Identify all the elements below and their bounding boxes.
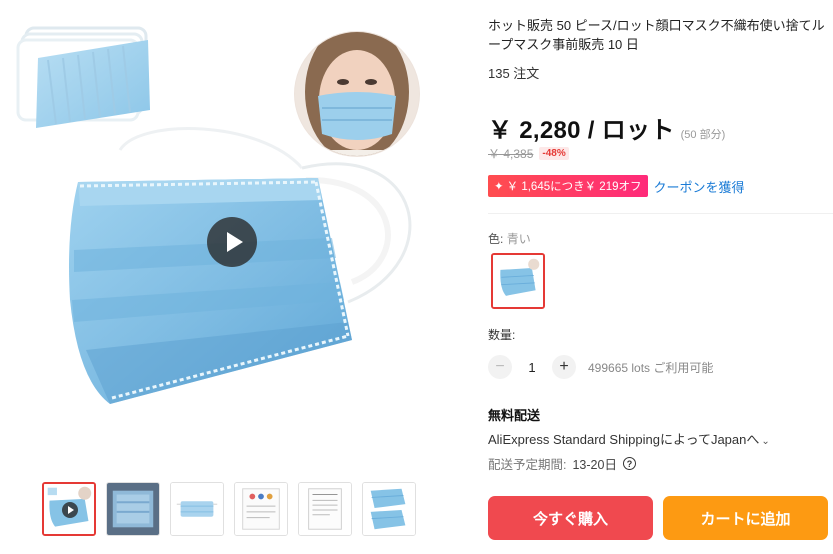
product-title: ホット販売 50 ピース/ロット顔口マスク不織布使い捨てループマスク事前販売 1… <box>488 18 825 52</box>
quantity-label: 数量: <box>488 328 516 342</box>
quantity-value[interactable]: 1 <box>522 360 542 375</box>
shipping-title: 無料配送 <box>488 408 541 423</box>
decrease-quantity-button[interactable]: − <box>488 355 512 379</box>
delivery-estimate: 配送予定期間: 13-20日 ? <box>488 454 636 473</box>
coupon-badge[interactable]: ✦ ￥ 1,645につき￥ 219オフ <box>488 175 648 197</box>
color-label: 色: 青い <box>488 230 531 247</box>
thumbnail-4[interactable] <box>234 482 288 536</box>
thumbnail-1[interactable] <box>42 482 96 536</box>
delivery-dates: 13-20日 <box>572 458 617 472</box>
divider <box>488 213 833 214</box>
mask-pair-thumbnail <box>363 483 415 535</box>
shipping-method-text: AliExpress Standard ShippingによってJapanへ <box>488 432 760 447</box>
original-price-row: ￥ 4,385 -48% <box>488 145 569 162</box>
chevron-down-icon: ⌄ <box>761 436 770 447</box>
price-row: ￥ 2,280 / ロット (50 部分) <box>488 110 725 145</box>
thumbnail-2[interactable] <box>106 482 160 536</box>
color-label-text: 色: <box>488 232 504 246</box>
delivery-label: 配送予定期間: <box>488 458 567 472</box>
mask-package-thumbnail <box>107 483 159 535</box>
discount-badge: -48% <box>539 147 569 160</box>
add-to-cart-button[interactable]: カートに追加 <box>663 496 828 540</box>
coupon-text: ￥ 1,645につき￥ 219オフ <box>506 181 642 193</box>
thumbnail-strip <box>42 482 416 538</box>
thumbnail-3[interactable] <box>170 482 224 536</box>
get-coupon-link[interactable]: クーポンを獲得 <box>654 177 745 196</box>
play-video-button[interactable] <box>207 217 257 267</box>
original-price: ￥ 4,385 <box>488 147 534 161</box>
thumbnail-6[interactable] <box>362 482 416 536</box>
certificate-thumbnail <box>235 483 287 535</box>
mask-single-thumbnail <box>171 483 223 535</box>
sparkle-icon: ✦ <box>494 181 504 193</box>
thumbnail-play-icon <box>62 502 78 518</box>
order-count: 135 注文 <box>488 66 540 81</box>
mask-stack-image <box>16 26 150 128</box>
shipping-method-selector[interactable]: AliExpress Standard ShippingによってJapanへ ⌄ <box>488 429 770 448</box>
blue-mask-swatch-image <box>493 255 543 307</box>
help-icon[interactable]: ? <box>622 457 636 470</box>
buy-now-button[interactable]: 今すぐ購入 <box>488 496 653 540</box>
increase-quantity-button[interactable]: + <box>552 355 576 379</box>
quantity-stepper: − 1 + 499665 lots ご利用可能 <box>488 355 713 379</box>
main-mask <box>69 178 352 404</box>
product-info-panel: ホット販売 50 ピース/ロット顔口マスク不織布使い捨てループマスク事前販売 1… <box>488 0 833 554</box>
product-gallery <box>0 0 478 554</box>
coupon-row: ✦ ￥ 1,645につき￥ 219オフ クーポンを獲得 <box>488 175 745 197</box>
current-price: ￥ 2,280 / ロット <box>488 117 675 144</box>
stock-available: 499665 lots ご利用可能 <box>588 360 714 375</box>
main-product-image[interactable] <box>0 0 478 470</box>
test-report-thumbnail <box>299 483 351 535</box>
model-portrait <box>294 31 420 157</box>
unit-note: (50 部分) <box>680 129 726 141</box>
color-swatch-blue[interactable] <box>491 253 545 309</box>
thumbnail-5[interactable] <box>298 482 352 536</box>
color-value: 青い <box>506 232 531 246</box>
